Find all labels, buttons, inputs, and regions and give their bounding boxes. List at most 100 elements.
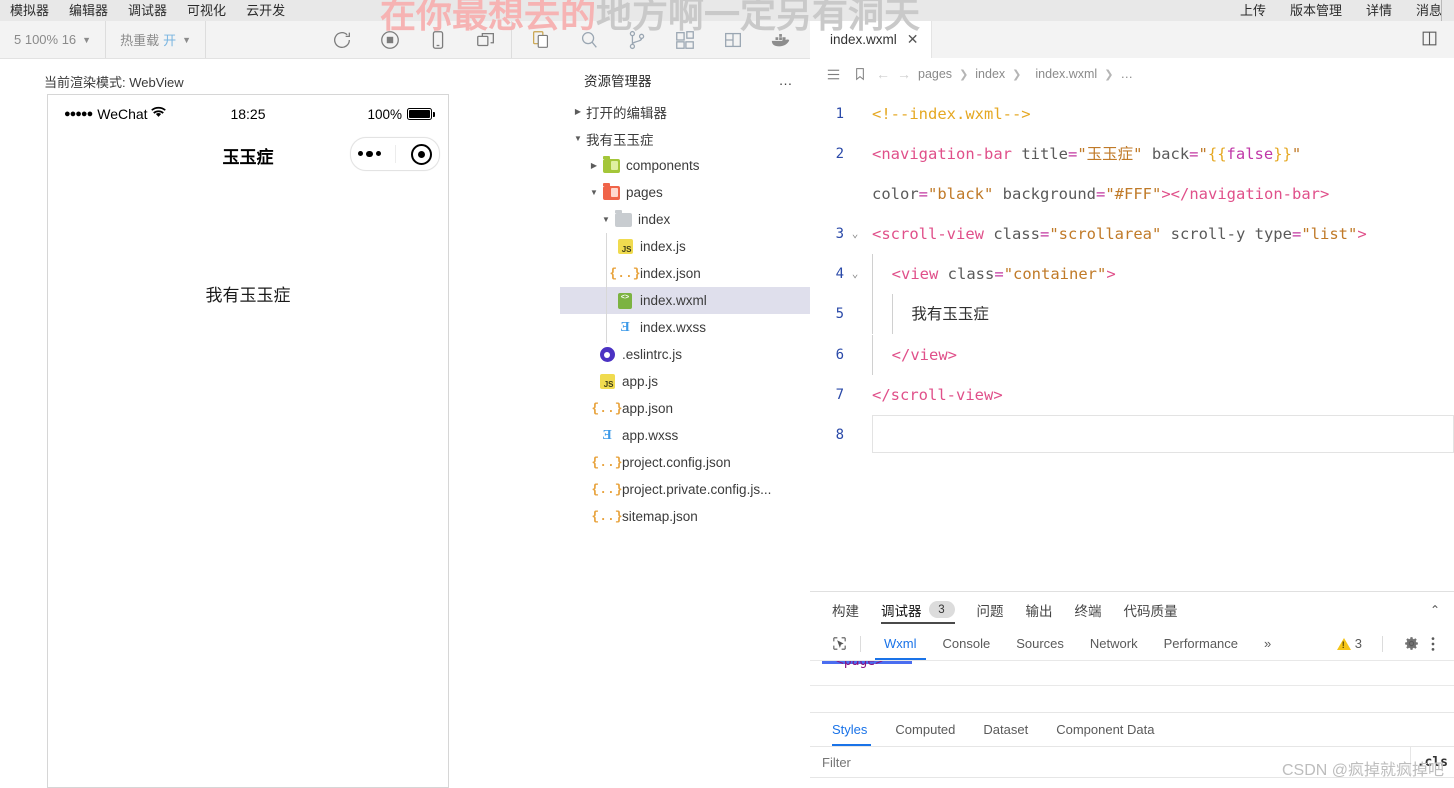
- multi-window-icon[interactable]: [475, 29, 497, 51]
- close-target-icon[interactable]: [410, 143, 432, 165]
- tree-item-index-wxss[interactable]: Ǝ index.wxss: [560, 314, 810, 341]
- devtools-tab-label: Sources: [1016, 636, 1064, 651]
- tree-item-label: .eslintrc.js: [622, 347, 683, 362]
- devpanel-primary-tabs: 构建 调试器 3 问题 输出 终端 代码质量 ⌃: [810, 592, 1454, 627]
- more-dots-icon[interactable]: [358, 150, 381, 158]
- explorer-icon[interactable]: [530, 29, 552, 51]
- tree-item-index-folder[interactable]: ▼ index: [560, 206, 810, 233]
- phone-status-bar: ●●●●● WeChat 18:25 100%: [48, 95, 448, 133]
- styles-tab-component-data[interactable]: Component Data: [1042, 713, 1168, 746]
- dom-node-page[interactable]: <page>: [836, 661, 883, 669]
- menubar-edge-divider: [1441, 0, 1442, 21]
- menu-item-debugger[interactable]: 调试器: [118, 0, 177, 21]
- close-icon[interactable]: ✕: [907, 31, 919, 48]
- devtools-tab-wxml[interactable]: Wxml: [871, 627, 930, 660]
- split-editor-icon[interactable]: [1420, 29, 1442, 51]
- menu-item-version-control[interactable]: 版本管理: [1278, 0, 1354, 21]
- tree-item-app-js[interactable]: JS app.js: [560, 368, 810, 395]
- zoom-level-dropdown[interactable]: 5 100% 16 ▼: [0, 21, 105, 58]
- folder-grey-icon: [614, 209, 632, 227]
- styles-tab-label: Dataset: [983, 722, 1029, 737]
- docker-icon[interactable]: [770, 29, 792, 51]
- breadcrumb-item-more[interactable]: …: [1120, 67, 1133, 81]
- devtab-terminal[interactable]: 终端: [1075, 592, 1102, 627]
- extensions-icon[interactable]: [674, 29, 696, 51]
- render-mode-label: 当前渲染模式: WebView: [44, 75, 184, 90]
- menu-item-upload[interactable]: 上传: [1228, 0, 1278, 21]
- tree-item-index-js[interactable]: JS index.js: [560, 233, 810, 260]
- tree-item-project-config[interactable]: {..} project.config.json: [560, 449, 810, 476]
- explorer-section-project-root[interactable]: ▼ 我有玉玉症: [560, 125, 810, 152]
- source-control-icon[interactable]: [626, 29, 648, 51]
- explorer-more-icon[interactable]: …: [779, 72, 795, 88]
- menu-item-simulator[interactable]: 模拟器: [0, 0, 59, 21]
- refresh-icon[interactable]: [331, 29, 353, 51]
- devtools-tab-sources[interactable]: Sources: [1003, 627, 1077, 660]
- back-arrow-icon[interactable]: ←: [876, 66, 890, 82]
- folder-green-icon: [602, 155, 620, 173]
- tree-item-label: index.wxml: [640, 293, 707, 308]
- fold-toggle[interactable]: ⌄: [844, 214, 866, 254]
- tree-item-pages[interactable]: ▼ pages: [560, 179, 810, 206]
- tree-item-components[interactable]: ▶ components: [560, 152, 810, 179]
- devtab-label: 代码质量: [1123, 603, 1178, 619]
- bookmark-icon[interactable]: [850, 65, 869, 84]
- layout-icon[interactable]: [722, 29, 744, 51]
- tree-item-index-wxml[interactable]: index.wxml: [560, 287, 810, 314]
- devtab-output[interactable]: 输出: [1026, 592, 1053, 627]
- tree-item-sitemap-json[interactable]: {..} sitemap.json: [560, 503, 810, 530]
- line-number: 1: [835, 106, 844, 122]
- menu-item-visualization[interactable]: 可视化: [177, 0, 236, 21]
- breadcrumb-item-file[interactable]: index.wxml: [1035, 67, 1097, 81]
- devtools-tabs-overflow[interactable]: »: [1251, 627, 1284, 660]
- devtab-debugger[interactable]: 调试器 3: [881, 592, 955, 627]
- tree-item-app-json[interactable]: {..} app.json: [560, 395, 810, 422]
- devtools-tab-network[interactable]: Network: [1077, 627, 1151, 660]
- status-bar-time: 18:25: [230, 106, 266, 122]
- stop-record-icon[interactable]: [379, 29, 401, 51]
- line-number: 3: [835, 226, 844, 242]
- styles-tab-dataset[interactable]: Dataset: [969, 713, 1042, 746]
- breadcrumb-item-pages[interactable]: pages: [918, 67, 952, 81]
- mobile-preview-icon[interactable]: [427, 29, 449, 51]
- devtab-build[interactable]: 构建: [832, 592, 859, 627]
- forward-arrow-icon[interactable]: →: [897, 66, 911, 82]
- tree-item-eslintrc[interactable]: .eslintrc.js: [560, 341, 810, 368]
- menu-item-messages[interactable]: 消息: [1404, 0, 1454, 21]
- styles-tab-computed[interactable]: Computed: [881, 713, 969, 746]
- simulator-action-icons: [331, 29, 511, 51]
- cursor-line-highlight[interactable]: [872, 415, 1454, 453]
- fold-toggle[interactable]: ⌄: [844, 254, 866, 294]
- devtools-tab-console[interactable]: Console: [930, 627, 1004, 660]
- devtab-problems[interactable]: 问题: [977, 592, 1004, 627]
- menu-item-editor[interactable]: 编辑器: [59, 0, 118, 21]
- code-token-tag: <view: [891, 265, 939, 283]
- devtools-tab-performance[interactable]: Performance: [1151, 627, 1251, 660]
- editor-tab-index-wxml[interactable]: index.wxml ✕: [810, 21, 932, 58]
- outline-list-icon[interactable]: [824, 65, 843, 84]
- devtab-code-quality[interactable]: 代码质量: [1124, 592, 1178, 627]
- editor-tabbar: index.wxml ✕: [810, 21, 1454, 58]
- hot-reload-dropdown[interactable]: 热重载 开 ▼: [105, 21, 207, 58]
- wxml-dom-tree[interactable]: <page>: [810, 661, 1454, 685]
- code-token-attr: color: [872, 185, 919, 203]
- warning-indicator[interactable]: 3: [1336, 636, 1362, 651]
- json-file-icon: {..}: [591, 482, 623, 497]
- hot-reload-label: 热重载: [120, 33, 160, 48]
- menu-item-details[interactable]: 详情: [1354, 0, 1404, 21]
- styles-tab-styles[interactable]: Styles: [832, 713, 881, 746]
- explorer-section-open-editors[interactable]: ▶ 打开的编辑器: [560, 98, 810, 125]
- breadcrumb-item-index[interactable]: index: [975, 67, 1005, 81]
- more-vertical-icon[interactable]: [1430, 635, 1444, 652]
- menu-item-cloud-dev[interactable]: 云开发: [236, 0, 295, 21]
- tree-item-index-json[interactable]: {..} index.json: [560, 260, 810, 287]
- tree-item-project-private-config[interactable]: {..} project.private.config.js...: [560, 476, 810, 503]
- wechat-capsule-buttons[interactable]: [350, 137, 440, 171]
- gear-icon[interactable]: [1403, 635, 1420, 652]
- code-line-3: 3 ⌄ <scroll-view class="scrollarea" scro…: [810, 214, 1454, 254]
- chevron-up-icon[interactable]: ⌃: [1430, 603, 1454, 617]
- tree-item-app-wxss[interactable]: Ǝ app.wxss: [560, 422, 810, 449]
- element-picker-icon[interactable]: [828, 633, 850, 655]
- search-icon[interactable]: [578, 29, 600, 51]
- code-content[interactable]: 1 <!--index.wxml--> 2 <navigation-bar ti…: [810, 90, 1454, 614]
